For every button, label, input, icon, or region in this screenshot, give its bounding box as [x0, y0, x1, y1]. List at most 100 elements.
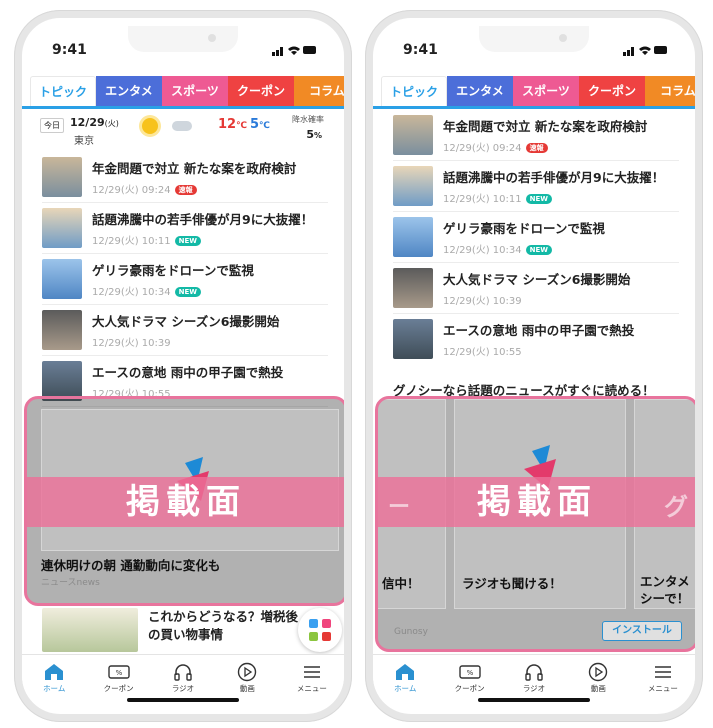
news-thumbnail	[42, 361, 82, 401]
menu-icon	[631, 661, 695, 683]
tab-column[interactable]: コラム	[294, 76, 344, 106]
news-list: 年金問題で対立 新たな案を政府検討 12/29(火) 09:24 速報 話題沸騰中の…	[393, 110, 679, 365]
news-meta: 12/29(火) 10:34 NEW	[443, 241, 552, 256]
ad-label: 掲載面	[477, 482, 597, 522]
news-thumbnail	[393, 319, 433, 359]
extra-article[interactable]: これからどうなる？増税後の買い物事情	[42, 600, 328, 652]
news-item[interactable]: 年金問題で対立 新たな案を政府検討 12/29(火) 09:24 速報	[393, 110, 679, 161]
ad-card-text: エンタメシーで！	[640, 574, 690, 606]
news-thumbnail	[42, 157, 82, 197]
home-icon	[22, 661, 86, 683]
tab-underline	[22, 106, 344, 109]
ad-label: 掲載面	[126, 482, 246, 522]
news-item[interactable]: 話題沸騰中の若手俳優が月9に大抜擢！ 12/29(火) 10:11 NEW	[393, 161, 679, 212]
bottom-nav: ホーム % クーポン ラジオ 動画 メニュー	[373, 654, 695, 694]
breaking-badge: 速報	[174, 185, 197, 195]
weather-city: 東京	[74, 136, 94, 147]
menu-icon	[280, 661, 344, 683]
svg-text:%: %	[466, 669, 473, 677]
news-item[interactable]: ゲリラ豪雨をドローンで監視 12/29(火) 10:34 NEW	[393, 212, 679, 263]
news-thumbnail	[393, 268, 433, 308]
play-icon	[566, 661, 630, 683]
category-tabs: トピック エンタメ スポーツ クーポン コラム	[30, 76, 344, 106]
news-thumbnail	[393, 166, 433, 206]
ad-placement-left: 掲載面 連休明けの朝 通勤動向に変化も ニュースnews	[24, 396, 344, 606]
install-button[interactable]: インストール	[602, 621, 682, 641]
news-meta: 12/29(火) 10:39	[92, 338, 171, 349]
ad-placement-right: 掲載面 ー グ 信中！ ラジオも聞ける！ エンタメシーで！ Gunosy インス…	[375, 396, 695, 652]
news-item[interactable]: ゲリラ豪雨をドローンで監視 12/29(火) 10:34 NEW	[42, 254, 328, 305]
home-indicator	[478, 698, 590, 702]
play-icon	[215, 661, 279, 683]
news-thumbnail	[393, 217, 433, 257]
new-badge: NEW	[174, 287, 201, 297]
tab-column[interactable]: コラム	[645, 76, 695, 106]
rain-label: 降水確率	[292, 115, 324, 124]
nav-radio[interactable]: ラジオ	[502, 655, 566, 694]
status-time: 9:41	[52, 42, 87, 58]
news-item[interactable]: 大人気ドラマ シーズン6撮影開始 12/29(火) 10:39	[393, 263, 679, 314]
tab-sports[interactable]: スポーツ	[162, 76, 228, 106]
coupon-icon: %	[437, 661, 501, 683]
svg-text:%: %	[115, 669, 122, 677]
headphones-icon	[502, 661, 566, 683]
tab-entertainment[interactable]: エンタメ	[447, 76, 513, 106]
headphones-icon	[151, 661, 215, 683]
tab-underline	[373, 106, 695, 109]
news-thumbnail	[393, 115, 433, 155]
nav-menu[interactable]: メニュー	[280, 655, 344, 694]
news-title: 年金問題で対立 新たな案を政府検討	[92, 161, 297, 176]
news-item[interactable]: 話題沸騰中の若手俳優が月9に大抜擢！ 12/29(火) 10:11 NEW	[42, 203, 328, 254]
news-meta: 12/29(火) 10:11 NEW	[92, 232, 201, 247]
tab-topic[interactable]: トピック	[381, 76, 447, 106]
news-thumbnail	[42, 208, 82, 248]
home-indicator	[127, 698, 239, 702]
phone-left: 9:41 トピック エンタメ スポーツ クーポン コラム 今日 12/29(火)…	[14, 10, 352, 722]
status-bar: 9:41	[22, 40, 344, 60]
tab-topic[interactable]: トピック	[30, 76, 96, 106]
ad-label-band: 掲載面 ー グ	[378, 477, 695, 527]
news-title: 大人気ドラマ シーズン6撮影開始	[443, 272, 631, 287]
ad-source: Gunosy	[394, 627, 428, 637]
news-title: エースの意地 雨中の甲子園で熱投	[443, 323, 635, 338]
tab-entertainment[interactable]: エンタメ	[96, 76, 162, 106]
extra-thumbnail	[42, 608, 138, 652]
new-badge: NEW	[525, 194, 552, 204]
apps-fab-button[interactable]	[298, 608, 342, 652]
nav-coupon[interactable]: % クーポン	[86, 655, 150, 694]
nav-home[interactable]: ホーム	[22, 655, 86, 694]
news-item[interactable]: 年金問題で対立 新たな案を政府検討 12/29(火) 09:24 速報	[42, 152, 328, 203]
news-title: ゲリラ豪雨をドローンで監視	[92, 263, 254, 278]
news-meta: 12/29(火) 10:39	[443, 296, 522, 307]
news-item[interactable]: エースの意地 雨中の甲子園で熱投 12/29(火) 10:55	[393, 314, 679, 365]
breaking-badge: 速報	[525, 143, 548, 153]
cloud-icon	[172, 121, 192, 131]
rain-value: 5%	[306, 128, 322, 141]
tab-sports[interactable]: スポーツ	[513, 76, 579, 106]
nav-menu[interactable]: メニュー	[631, 655, 695, 694]
nav-video[interactable]: 動画	[566, 655, 630, 694]
weather-widget[interactable]: 今日 12/29(火) 東京 12℃ 5℃ 降水確率 5%	[40, 114, 328, 150]
screen-right: 9:41 トピック エンタメ スポーツ クーポン コラム 年金問題で対立 新たな…	[373, 18, 695, 714]
news-title: 年金問題で対立 新たな案を政府検討	[443, 119, 648, 134]
tab-coupon[interactable]: クーポン	[579, 76, 645, 106]
nav-radio[interactable]: ラジオ	[151, 655, 215, 694]
news-list: 年金問題で対立 新たな案を政府検討 12/29(火) 09:24 速報 話題沸騰中の…	[42, 152, 328, 407]
new-badge: NEW	[525, 245, 552, 255]
tab-coupon[interactable]: クーポン	[228, 76, 294, 106]
news-title: ゲリラ豪雨をドローンで監視	[443, 221, 605, 236]
news-meta: 12/29(火) 10:34 NEW	[92, 283, 201, 298]
news-title: 話題沸騰中の若手俳優が月9に大抜擢！	[92, 212, 314, 227]
nav-home[interactable]: ホーム	[373, 655, 437, 694]
ad-right-partial: グ	[664, 493, 688, 521]
category-tabs: トピック エンタメ スポーツ クーポン コラム	[381, 76, 695, 106]
news-item[interactable]: 大人気ドラマ シーズン6撮影開始 12/29(火) 10:39	[42, 305, 328, 356]
bottom-nav: ホーム % クーポン ラジオ 動画 メニュー	[22, 654, 344, 694]
nav-coupon[interactable]: % クーポン	[437, 655, 501, 694]
news-thumbnail	[42, 259, 82, 299]
nav-video[interactable]: 動画	[215, 655, 279, 694]
sun-icon	[142, 118, 158, 134]
news-title: エースの意地 雨中の甲子園で熱投	[92, 365, 284, 380]
news-title: 大人気ドラマ シーズン6撮影開始	[92, 314, 280, 329]
new-badge: NEW	[174, 236, 201, 246]
